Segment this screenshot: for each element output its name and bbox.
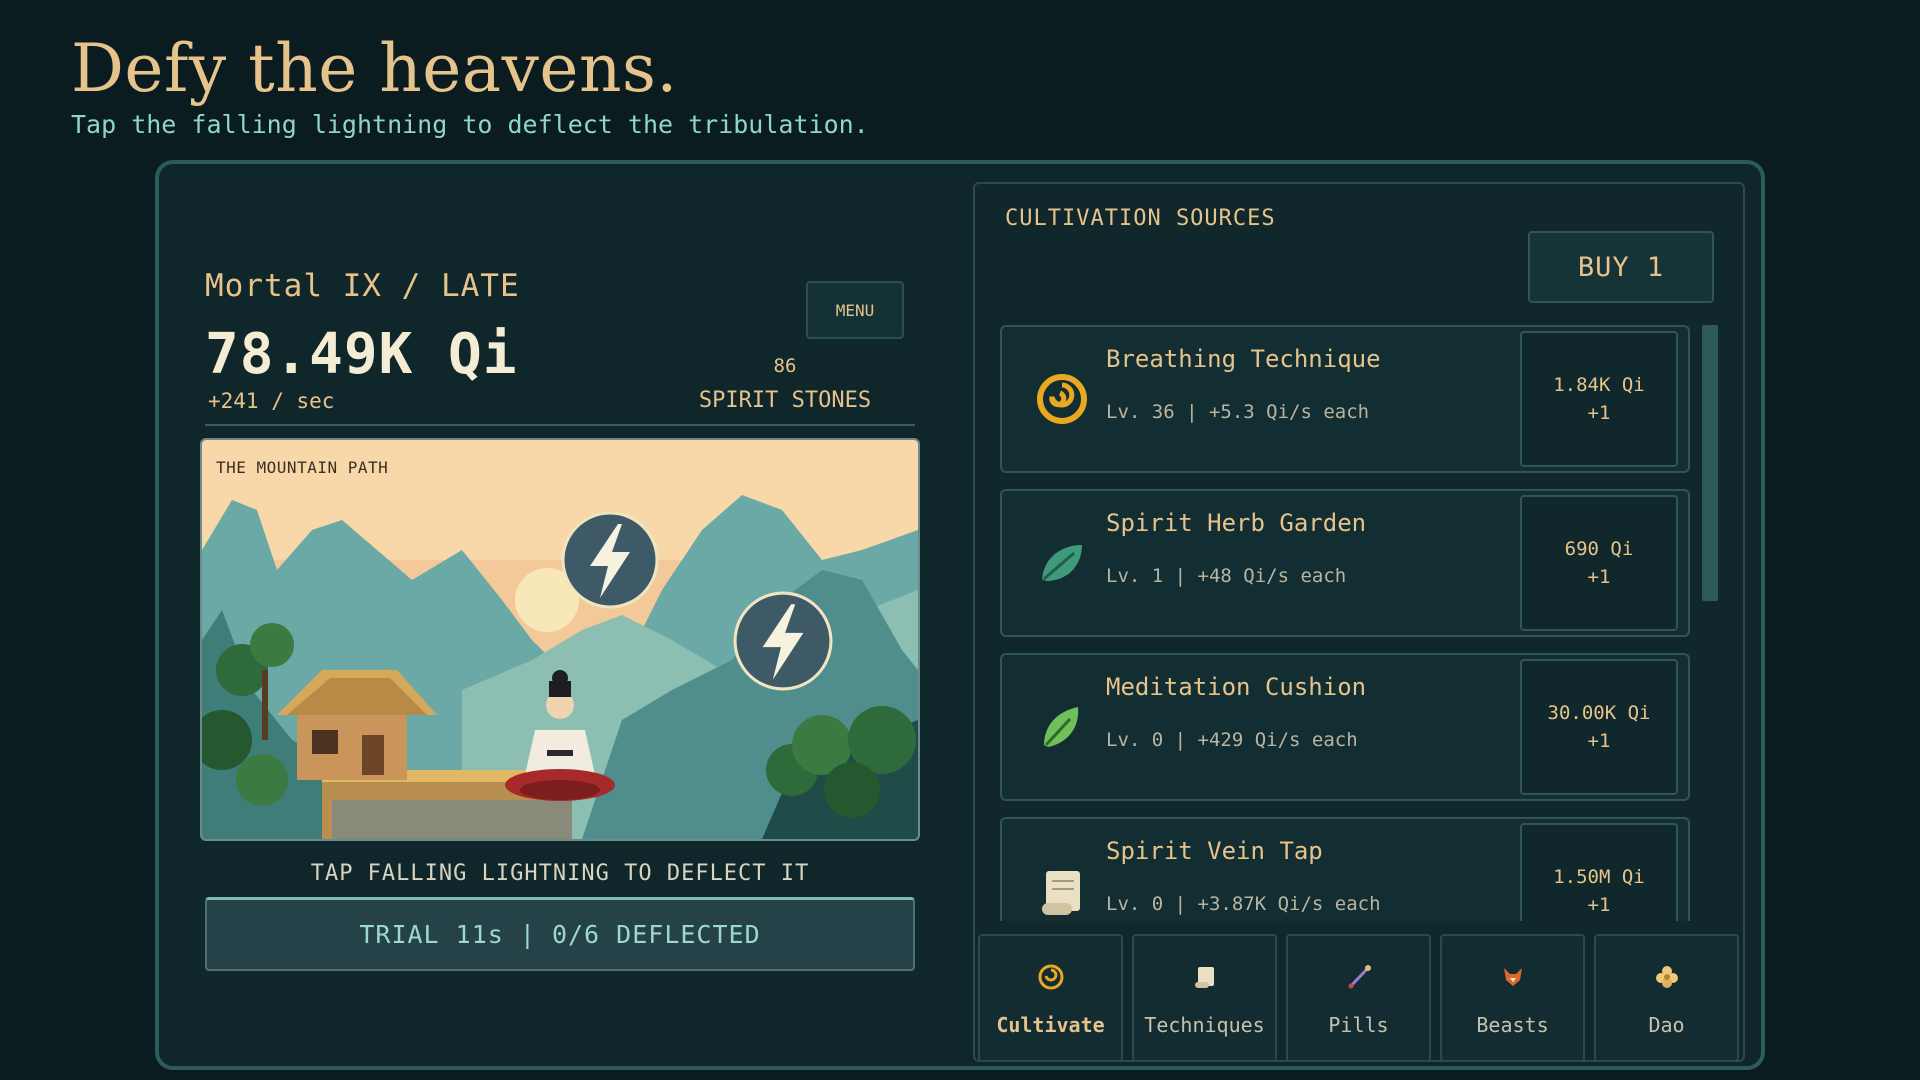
lightning-icon[interactable] bbox=[732, 590, 834, 692]
scroll-icon bbox=[1190, 959, 1220, 995]
source-card-spirit-vein-tap: Spirit Vein Tap Lv. 0 | +3.87K Qi/s each… bbox=[1000, 817, 1690, 921]
source-cost: 30.00K Qi bbox=[1547, 702, 1651, 724]
spirit-stones-label: SPIRIT STONES bbox=[698, 388, 872, 413]
source-quantity: +1 bbox=[1587, 894, 1611, 916]
tab-pills[interactable]: Pills bbox=[1286, 934, 1431, 1062]
scroll-icon bbox=[1030, 859, 1094, 921]
source-name: Breathing Technique bbox=[1106, 345, 1381, 373]
sources-list[interactable]: Breathing Technique Lv. 36 | +5.3 Qi/s e… bbox=[998, 323, 1720, 921]
menu-button[interactable]: MENU bbox=[806, 281, 904, 339]
scene-title: THE MOUNTAIN PATH bbox=[216, 458, 389, 477]
source-card-meditation-cushion: Meditation Cushion Lv. 0 | +429 Qi/s eac… bbox=[1000, 653, 1690, 801]
realm-stage: Mortal IX / LATE bbox=[205, 268, 520, 304]
tab-label: Pills bbox=[1328, 1013, 1389, 1037]
page-subline: Tap the falling lightning to deflect the… bbox=[71, 110, 869, 139]
source-quantity: +1 bbox=[1587, 566, 1611, 588]
source-meta: Lv. 0 | +429 Qi/s each bbox=[1106, 729, 1358, 751]
spirit-stones-count: 86 bbox=[773, 355, 797, 377]
tab-cultivate[interactable]: Cultivate bbox=[978, 934, 1123, 1062]
page-headline: Defy the heavens. bbox=[71, 30, 678, 107]
tab-label: Techniques bbox=[1144, 1013, 1265, 1037]
deflect-hint: TAP FALLING LIGHTNING TO DEFLECT IT bbox=[310, 861, 810, 886]
source-quantity: +1 bbox=[1587, 402, 1611, 424]
sources-title: CULTIVATION SOURCES bbox=[1005, 206, 1276, 231]
lightning-icon[interactable] bbox=[560, 510, 660, 610]
tab-label: Cultivate bbox=[996, 1013, 1105, 1037]
source-name: Meditation Cushion bbox=[1106, 673, 1367, 701]
trial-status-bar: TRIAL 11s | 0/6 DEFLECTED bbox=[205, 897, 915, 971]
buy-source-button[interactable]: 1.84K Qi +1 bbox=[1520, 331, 1678, 467]
herb-leaf-icon bbox=[1030, 531, 1094, 595]
tab-dao[interactable]: Dao bbox=[1594, 934, 1739, 1062]
buy-quantity-button[interactable]: BUY 1 bbox=[1528, 231, 1714, 303]
source-card-breathing-technique: Breathing Technique Lv. 36 | +5.3 Qi/s e… bbox=[1000, 325, 1690, 473]
qi-total: 78.49K Qi bbox=[205, 322, 518, 387]
source-meta: Lv. 36 | +5.3 Qi/s each bbox=[1106, 401, 1370, 423]
source-card-spirit-herb-garden: Spirit Herb Garden Lv. 1 | +48 Qi/s each… bbox=[1000, 489, 1690, 637]
leaf-icon bbox=[1030, 695, 1094, 759]
tab-techniques[interactable]: Techniques bbox=[1132, 934, 1277, 1062]
status-divider bbox=[205, 424, 915, 426]
tab-beasts[interactable]: Beasts bbox=[1440, 934, 1585, 1062]
source-meta: Lv. 1 | +48 Qi/s each bbox=[1106, 565, 1347, 587]
tab-label: Beasts bbox=[1476, 1013, 1549, 1037]
bottom-tab-bar: Cultivate Techniques Pills Beasts Dao bbox=[978, 934, 1740, 1062]
source-cost: 1.50M Qi bbox=[1553, 866, 1645, 888]
qi-rate: +241 / sec bbox=[208, 389, 335, 413]
spiral-icon bbox=[1036, 959, 1066, 995]
buy-source-button[interactable]: 690 Qi +1 bbox=[1520, 495, 1678, 631]
fox-icon bbox=[1498, 959, 1528, 995]
buy-source-button[interactable]: 30.00K Qi +1 bbox=[1520, 659, 1678, 795]
tab-label: Dao bbox=[1648, 1013, 1685, 1037]
flower-icon bbox=[1652, 959, 1682, 995]
source-cost: 1.84K Qi bbox=[1553, 374, 1645, 396]
sources-scrollbar[interactable] bbox=[1702, 325, 1718, 601]
mountain-path-scene: THE MOUNTAIN PATH bbox=[200, 438, 920, 841]
source-cost: 690 Qi bbox=[1564, 538, 1634, 560]
spiral-icon bbox=[1030, 367, 1094, 431]
buy-source-button[interactable]: 1.50M Qi +1 bbox=[1520, 823, 1678, 921]
source-meta: Lv. 0 | +3.87K Qi/s each bbox=[1106, 893, 1381, 915]
brush-icon bbox=[1344, 959, 1374, 995]
source-name: Spirit Vein Tap bbox=[1106, 837, 1323, 865]
source-name: Spirit Herb Garden bbox=[1106, 509, 1367, 537]
source-quantity: +1 bbox=[1587, 730, 1611, 752]
